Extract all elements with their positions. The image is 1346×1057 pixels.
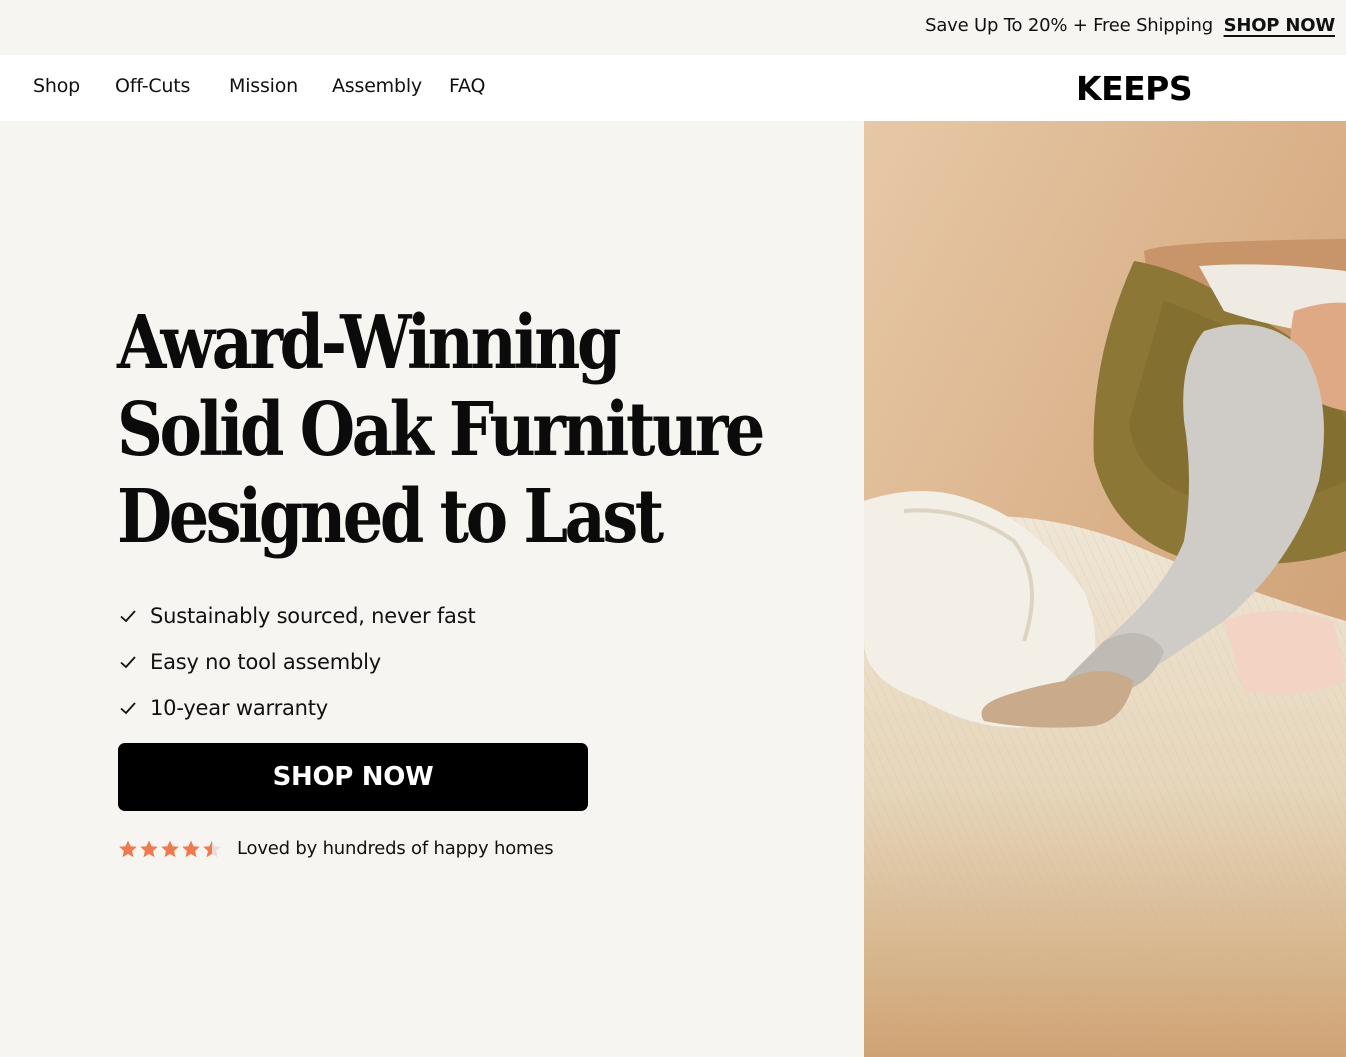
feature-text: Sustainably sourced, never fast <box>150 604 476 628</box>
rating-row: Loved by hundreds of happy homes <box>118 838 554 859</box>
check-icon <box>120 702 136 715</box>
announcement-shop-now-link[interactable]: SHOP NOW <box>1224 15 1336 36</box>
announcement-bar: Save Up To 20% + Free Shipping SHOP NOW <box>0 0 1346 55</box>
nav-item-off-cuts[interactable]: Off-Cuts <box>115 75 190 97</box>
star-icon <box>203 840 221 857</box>
announcement-text: Save Up To 20% + Free Shipping <box>925 15 1213 36</box>
headline-line: Designed to Last <box>117 474 664 560</box>
nav-item-assembly[interactable]: Assembly <box>332 75 422 97</box>
feature-list: Sustainably sourced, never fast Easy no … <box>118 593 476 731</box>
shop-now-button[interactable]: SHOP NOW <box>118 743 588 811</box>
nav-item-faq[interactable]: FAQ <box>449 75 485 97</box>
star-icon <box>140 840 158 857</box>
headline-line: Solid Oak Furniture <box>117 387 765 473</box>
feature-text: 10-year warranty <box>150 696 329 720</box>
feature-item: Easy no tool assembly <box>118 639 476 685</box>
star-icon <box>161 840 179 857</box>
main-nav: Shop Off-Cuts Mission Assembly FAQ KEEPS <box>0 55 1346 121</box>
star-icon <box>182 840 200 857</box>
star-icon <box>119 840 137 857</box>
star-rating <box>118 839 223 859</box>
feature-text: Easy no tool assembly <box>150 650 381 674</box>
bed-photo-icon <box>864 121 1346 1057</box>
rating-text: Loved by hundreds of happy homes <box>237 838 554 859</box>
nav-item-mission[interactable]: Mission <box>229 75 298 97</box>
nav-item-shop[interactable]: Shop <box>33 75 80 97</box>
feature-item: 10-year warranty <box>118 685 476 731</box>
headline-line: Award-Winning <box>117 300 622 386</box>
check-icon <box>120 656 136 669</box>
hero-headline: Award-Winning Solid Oak Furniture Design… <box>117 300 765 561</box>
hero-image <box>864 121 1346 1057</box>
hero-section: Award-Winning Solid Oak Furniture Design… <box>0 121 864 1057</box>
brand-logo[interactable]: KEEPS <box>1076 69 1193 108</box>
feature-item: Sustainably sourced, never fast <box>118 593 476 639</box>
check-icon <box>120 610 136 623</box>
